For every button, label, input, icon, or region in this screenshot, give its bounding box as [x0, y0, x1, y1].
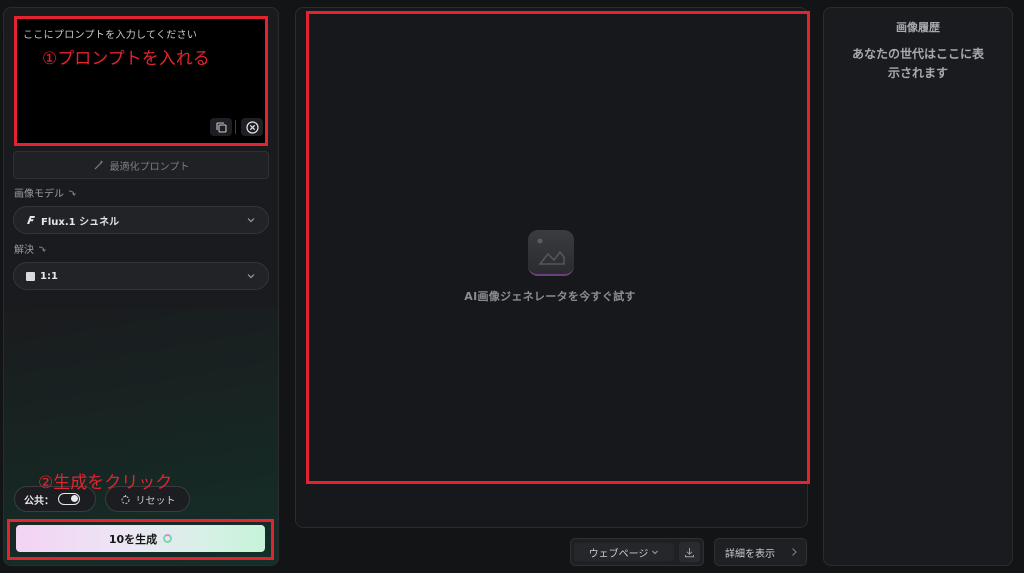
chevron-down-icon	[247, 274, 255, 279]
reset-icon	[121, 494, 129, 504]
model-select[interactable]: Flux.1 シュネル	[13, 206, 269, 234]
chevron-right-icon	[792, 548, 797, 556]
model-selected: Flux.1 シュネル	[41, 216, 120, 228]
download-icon	[685, 547, 694, 557]
details-button[interactable]: 詳細を表示	[714, 538, 807, 566]
resolution-section-label: 解決	[14, 241, 46, 256]
resolution-selected: 1:1	[40, 270, 58, 282]
webpage-dropdown[interactable]: ウェブページ	[574, 543, 674, 561]
hint-arrow-icon	[68, 190, 76, 196]
annotation-step1: ①プロンプトを入れる	[42, 49, 210, 69]
model-section-label: 画像モデル	[14, 185, 76, 200]
download-button[interactable]	[679, 542, 700, 562]
annotation-step2: ②生成をクリック	[38, 473, 173, 493]
public-label: 公共：	[24, 495, 54, 507]
reset-label: リセット	[135, 495, 176, 507]
chevron-down-icon	[652, 550, 659, 555]
toggle-switch[interactable]	[58, 493, 80, 505]
annotation-box-generate	[7, 519, 274, 560]
magic-wand-icon	[94, 160, 104, 170]
history-empty-text: あなたの世代はここに表示されます	[851, 47, 984, 80]
history-panel	[823, 7, 1013, 566]
annotation-box-prompt	[14, 16, 268, 146]
details-label: 詳細を表示	[725, 548, 775, 560]
resolution-select[interactable]: 1:1	[13, 262, 269, 290]
optimize-label: 最適化プロンプト	[109, 161, 190, 173]
hint-arrow-icon	[38, 246, 46, 252]
flux-logo-icon	[27, 216, 35, 224]
optimize-prompt-button[interactable]: 最適化プロンプト	[13, 151, 269, 179]
history-title: 画像履歴	[896, 21, 940, 34]
square-icon	[26, 271, 35, 281]
chevron-down-icon	[247, 218, 255, 223]
webpage-label: ウェブページ	[588, 548, 649, 560]
annotation-box-canvas	[306, 11, 810, 484]
